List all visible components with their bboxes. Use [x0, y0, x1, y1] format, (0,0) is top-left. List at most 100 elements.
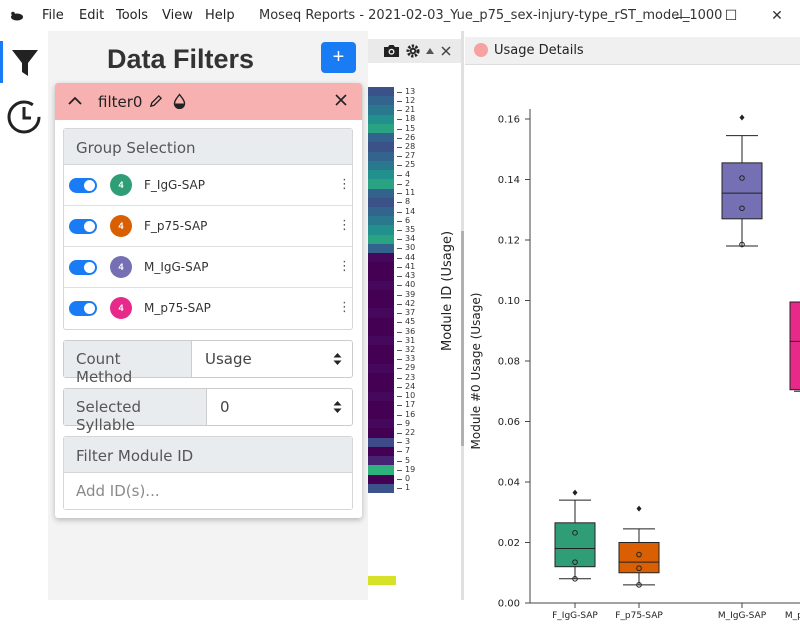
- count-method-select[interactable]: Count Method Usage: [63, 340, 353, 386]
- group-toggle[interactable]: [69, 219, 97, 234]
- filter-header: filter0: [55, 83, 362, 120]
- module-id-input[interactable]: [64, 473, 352, 509]
- camera-icon[interactable]: [383, 43, 400, 58]
- selected-syllable-value: 0: [220, 398, 230, 416]
- pencil-icon[interactable]: [148, 94, 163, 109]
- funnel-icon: [12, 50, 38, 76]
- heatmap-module-label: 39: [405, 289, 416, 299]
- heatmap-tick: [397, 405, 402, 407]
- heatmap-tick: [397, 359, 402, 361]
- y-tick-label: 0.04: [498, 478, 520, 489]
- y-tick-label: 0.08: [498, 357, 520, 368]
- heatmap-tick: [397, 368, 402, 370]
- y-tick-label: 0.16: [498, 115, 520, 126]
- kebab-menu-icon[interactable]: ⋮: [338, 176, 351, 192]
- group-row: 4 M_IgG-SAP ⋮: [64, 247, 352, 288]
- panel-status-dot: [474, 43, 488, 57]
- heatmap-tick: [397, 110, 402, 112]
- heatmap-tick: [397, 442, 402, 444]
- data-filters-panel: Data Filters + filter0 Group Selection 4: [48, 31, 368, 600]
- group-count-badge: 4: [110, 174, 132, 196]
- menu-edit[interactable]: Edit: [79, 8, 104, 23]
- menu-help[interactable]: Help: [205, 8, 235, 23]
- outlier-point: [572, 489, 578, 496]
- heatmap-tick: [397, 100, 402, 102]
- y-tick-label: 0.14: [498, 175, 520, 186]
- add-filter-button[interactable]: +: [321, 42, 356, 73]
- group-name: M_p75-SAP: [144, 301, 211, 315]
- heatmap-tick: [397, 285, 402, 287]
- window-title-bar: File Edit Tools View Help Moseq Reports …: [0, 0, 800, 31]
- heatmap-module-label: 13: [405, 86, 416, 96]
- menu-view[interactable]: View: [162, 8, 193, 23]
- filters-title: Data Filters: [107, 44, 255, 74]
- maximize-button[interactable]: ☐: [708, 2, 754, 29]
- heatmap-tick: [397, 488, 402, 490]
- kebab-menu-icon[interactable]: ⋮: [338, 299, 351, 315]
- group-toggle[interactable]: [69, 178, 97, 193]
- heatmap-module-label: 44: [405, 252, 416, 262]
- group-toggle[interactable]: [69, 260, 97, 275]
- heatmap-module-label: 41: [405, 261, 416, 271]
- heatmap-module-label: 18: [405, 114, 416, 124]
- outlier-point: [636, 505, 642, 512]
- x-tick-label: F_p75-SAP: [615, 611, 663, 621]
- heatmap-tick: [397, 239, 402, 241]
- filter-module-box: Filter Module ID: [63, 436, 353, 510]
- heatmap-tick: [397, 156, 402, 158]
- heatmap-module-label: 40: [405, 280, 416, 290]
- heatmap-tick: [397, 294, 402, 296]
- heatmap-tick: [397, 266, 402, 268]
- box-body: [789, 301, 800, 391]
- heatmap-module-label: 42: [405, 298, 416, 308]
- minimize-button[interactable]: —: [660, 2, 706, 29]
- filter-nav-button[interactable]: [4, 43, 44, 83]
- heatmap-tick: [397, 423, 402, 425]
- chevron-up-icon[interactable]: [67, 93, 83, 109]
- heatmap-y-axis-label: Module ID (Usage): [440, 230, 455, 351]
- history-nav-button[interactable]: [4, 97, 44, 137]
- close-window-button[interactable]: ✕: [754, 2, 800, 29]
- heatmap-tick: [397, 248, 402, 250]
- menu-tools[interactable]: Tools: [116, 8, 148, 23]
- group-toggle[interactable]: [69, 301, 97, 316]
- kebab-menu-icon[interactable]: ⋮: [338, 217, 351, 233]
- heatmap-tick: [397, 322, 402, 324]
- menu-file[interactable]: File: [42, 8, 64, 23]
- y-axis-label: Module #0 Usage (Usage): [469, 293, 483, 450]
- color-drop-icon[interactable]: [172, 93, 187, 109]
- selected-syllable-label: Selected Syllable: [64, 389, 207, 434]
- usage-details-tab[interactable]: Usage Details: [465, 37, 800, 65]
- gear-icon[interactable]: [406, 44, 420, 58]
- y-tick-label: 0.02: [498, 538, 520, 549]
- heatmap-tick: [397, 220, 402, 222]
- group-row: 4 F_p75-SAP ⋮: [64, 206, 352, 247]
- x-tick-label: F_IgG-SAP: [552, 611, 598, 621]
- caret-up-icon[interactable]: [425, 47, 435, 55]
- filter-module-header: Filter Module ID: [64, 437, 352, 473]
- close-icon[interactable]: [333, 92, 349, 108]
- heatmap-tick: [397, 119, 402, 121]
- x-tick-label: M_p75-SAP: [785, 611, 800, 621]
- heatmap-tick: [397, 469, 402, 471]
- heatmap-tick: [397, 313, 402, 315]
- heatmap-cells: [368, 87, 394, 494]
- y-tick-label: 0.10: [498, 296, 520, 307]
- heatmap-tick: [397, 146, 402, 148]
- heatmap-module-label: 11: [405, 188, 416, 198]
- usage-box-plot: 0.00 0.02 0.04 0.06 0.08 0.10 0.12 0.14 0.16 Modu…: [469, 109, 800, 621]
- heatmap-module-label: 9: [405, 418, 411, 428]
- selected-syllable-select[interactable]: Selected Syllable 0: [63, 388, 353, 434]
- kebab-menu-icon[interactable]: ⋮: [338, 258, 351, 274]
- close-icon[interactable]: [441, 46, 451, 56]
- heatmap-cell: [368, 483, 394, 494]
- heatmap-tick: [397, 211, 402, 213]
- heatmap-tick: [397, 451, 402, 453]
- resize-handle[interactable]: [461, 231, 464, 446]
- heatmap-module-label: 36: [405, 326, 416, 336]
- active-indicator: [0, 41, 3, 83]
- heatmap-module-label: 26: [405, 132, 416, 142]
- heatmap-tick: [397, 257, 402, 259]
- heatmap-module-label: 12: [405, 95, 416, 105]
- heatmap-module-label: 7: [405, 446, 411, 456]
